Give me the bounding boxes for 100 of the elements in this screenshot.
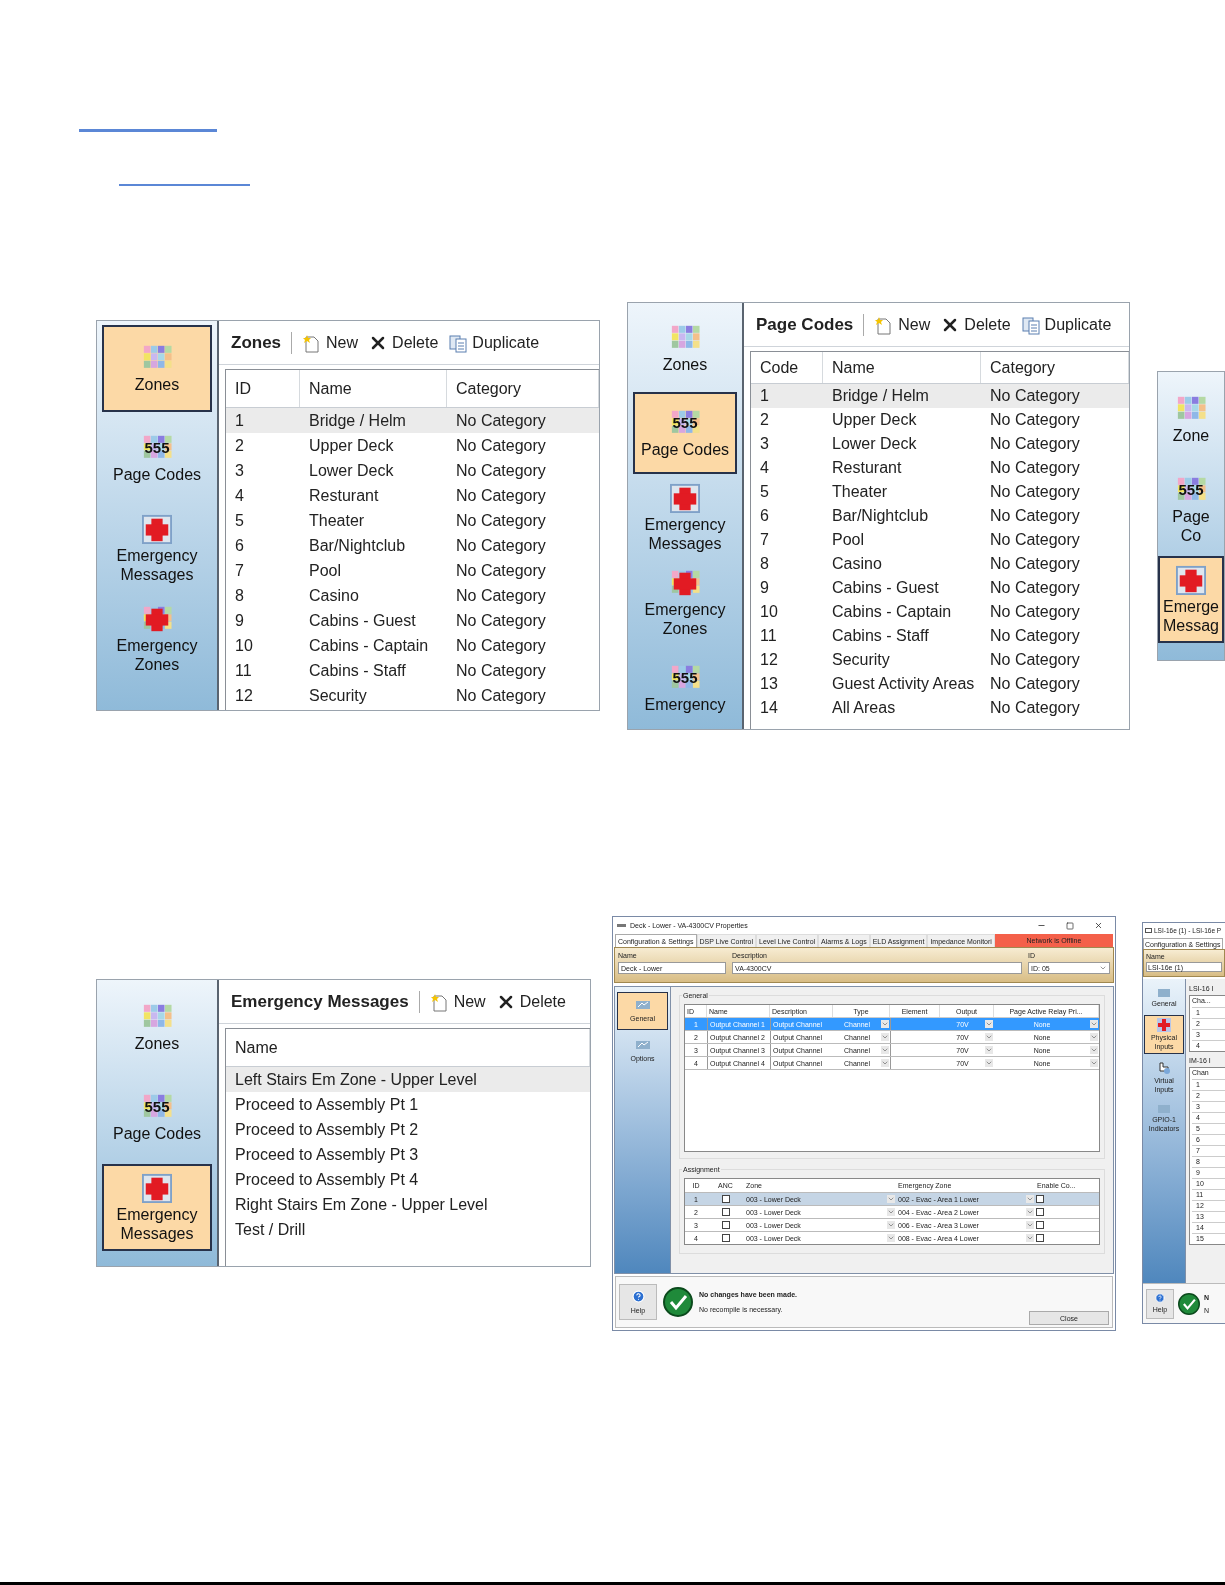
sidebar-item[interactable]: Emergency Messages [102, 505, 212, 592]
table-row[interactable]: 2 Upper Deck No Category [751, 408, 1129, 432]
table-cell-text: No Category [989, 674, 1081, 694]
column-header[interactable]: Code [751, 352, 823, 383]
table-row[interactable]: 1 Bridge / Helm No Category [751, 384, 1129, 408]
table-cell-text: All Areas [831, 698, 897, 718]
toolbar-button[interactable]: New [429, 989, 486, 1014]
checkbox[interactable] [1036, 1195, 1044, 1203]
help-icon [631, 1289, 645, 1303]
table-cell-text: No Category [989, 578, 1081, 598]
table-cell-text: 7 [234, 560, 245, 581]
table-cell-text: Pool [308, 560, 343, 581]
device-icon [1157, 1104, 1171, 1114]
toolbar-button[interactable]: Delete [940, 312, 1011, 337]
table-row[interactable]: Proceed to Assembly Pt 2 [226, 1117, 590, 1142]
table-row[interactable]: 6 Bar/Nightclub No Category [751, 504, 1129, 528]
sidebar-item[interactable]: 555 Page Codes [633, 392, 737, 474]
checkbox[interactable] [721, 1208, 730, 1216]
table-row[interactable]: 4 Resturant No Category [226, 483, 599, 508]
chevron-down-icon [1090, 1020, 1098, 1028]
chevron-down-icon [887, 1195, 895, 1203]
chevron-down-icon [985, 1020, 993, 1028]
chevron-down-icon [1090, 1046, 1098, 1054]
table-row[interactable]: 12 Security No Category [226, 683, 599, 708]
table-cell-text: Cabins - Captain [831, 602, 953, 622]
table-row[interactable]: Right Stairs Em Zone - Upper Level [226, 1192, 590, 1217]
toolbar-button[interactable]: Duplicate [1020, 312, 1112, 337]
table-cell-text: Casino [831, 554, 883, 574]
checkbox[interactable] [1036, 1234, 1044, 1242]
maximize-icon[interactable] [1066, 921, 1074, 930]
sidebar-item[interactable]: Emergency Zones [633, 562, 737, 644]
medical-cross-icon [142, 513, 172, 544]
table-row[interactable]: 5 Theater No Category [751, 480, 1129, 504]
table-cell-text: 10 [759, 602, 779, 622]
table-row[interactable]: 9 Cabins - Guest No Category [751, 576, 1129, 600]
table-cell-text: 3 [759, 434, 770, 454]
table-row[interactable]: 5 Theater No Category [226, 508, 599, 533]
table-row[interactable]: 13 Guest Activity Areas No Category [751, 672, 1129, 696]
toolbar-button[interactable]: New [302, 330, 359, 355]
table-row[interactable]: 7 Pool No Category [226, 558, 599, 583]
table-row[interactable]: 2 Upper Deck No Category [226, 433, 599, 458]
sidebar-item[interactable]: Zones [102, 325, 212, 412]
table-row[interactable]: 8 Casino No Category [751, 552, 1129, 576]
table-cell-text: Upper Deck [308, 435, 395, 456]
table-row[interactable]: 1 Bridge / Helm No Category [226, 408, 599, 433]
checkbox[interactable] [1036, 1208, 1044, 1216]
table-row[interactable]: 10 Cabins - Captain No Category [226, 633, 599, 658]
close-icon[interactable] [1094, 921, 1103, 930]
toolbar-button[interactable]: Delete [368, 330, 439, 355]
checkbox[interactable] [1036, 1221, 1044, 1229]
sidebar-item[interactable]: Emergency Zones [102, 595, 212, 682]
column-header[interactable]: ID [226, 370, 300, 407]
table-row[interactable]: Proceed to Assembly Pt 4 [226, 1167, 590, 1192]
column-header[interactable]: Name [300, 370, 447, 407]
table-cell-text: No Category [455, 410, 547, 431]
table-cell-text: No Category [455, 610, 547, 631]
table-cell-text: Theater [308, 510, 366, 531]
toolbar-button[interactable]: New [874, 312, 931, 337]
column-header[interactable]: Category [981, 352, 1129, 383]
table-cell-text: Upper Deck [831, 410, 918, 430]
table-row[interactable]: Proceed to Assembly Pt 1 [226, 1092, 590, 1117]
table-row[interactable]: 11 Cabins - Staff No Category [226, 658, 599, 683]
medical-cross-icon [1157, 1018, 1171, 1032]
table-row[interactable]: 3 Lower Deck No Category [751, 432, 1129, 456]
chevron-down-icon [881, 1020, 889, 1028]
sidebar-item[interactable]: Zones [633, 307, 737, 389]
table-row[interactable]: 3 Lower Deck No Category [226, 458, 599, 483]
table-cell-text: 5 [759, 482, 770, 502]
table-row[interactable]: 6 Bar/Nightclub No Category [226, 533, 599, 558]
table-row[interactable]: 4 Resturant No Category [751, 456, 1129, 480]
sidebar-item[interactable]: Zone [1158, 376, 1224, 463]
sidebar-item[interactable]: 555 Page Co [1158, 466, 1224, 553]
column-header[interactable]: Name [226, 1029, 590, 1066]
toolbar-button[interactable]: Duplicate [448, 330, 540, 355]
table-row[interactable]: 11 Cabins - Staff No Category [751, 624, 1129, 648]
sidebar-item[interactable]: Emergency Messages [633, 477, 737, 559]
checkbox[interactable] [721, 1195, 730, 1203]
column-header[interactable]: Name [823, 352, 981, 383]
sidebar-item[interactable]: 555 Emergency [633, 647, 737, 729]
table-row[interactable]: Proceed to Assembly Pt 3 [226, 1142, 590, 1167]
table-row[interactable]: 9 Cabins - Guest No Category [226, 608, 599, 633]
sidebar-item[interactable]: Emergency Messages [102, 1164, 212, 1251]
medical-cross-icon [1176, 564, 1206, 595]
sidebar-item[interactable]: Emerge Messag [1158, 556, 1224, 643]
table-row[interactable]: 12 Security No Category [751, 648, 1129, 672]
toolbar-button[interactable]: Delete [495, 989, 566, 1014]
table-cell-text: Guest Activity Areas [831, 674, 976, 694]
table-row[interactable]: 10 Cabins - Captain No Category [751, 600, 1129, 624]
sidebar-item[interactable]: 555 Page Codes [102, 415, 212, 502]
table-row[interactable]: 7 Pool No Category [751, 528, 1129, 552]
table-row[interactable]: 14 All Areas No Category [751, 696, 1129, 720]
checkbox[interactable] [721, 1234, 730, 1242]
table-row[interactable]: 8 Casino No Category [226, 583, 599, 608]
checkbox[interactable] [721, 1221, 730, 1229]
column-header[interactable]: Category [447, 370, 599, 407]
chevron-down-icon [1026, 1221, 1034, 1229]
table-row[interactable]: Test / Drill [226, 1217, 590, 1242]
table-row[interactable]: Left Stairs Em Zone - Upper Level [226, 1067, 590, 1092]
sidebar-item[interactable]: Zones [102, 984, 212, 1071]
sidebar-item[interactable]: 555 Page Codes [102, 1074, 212, 1161]
